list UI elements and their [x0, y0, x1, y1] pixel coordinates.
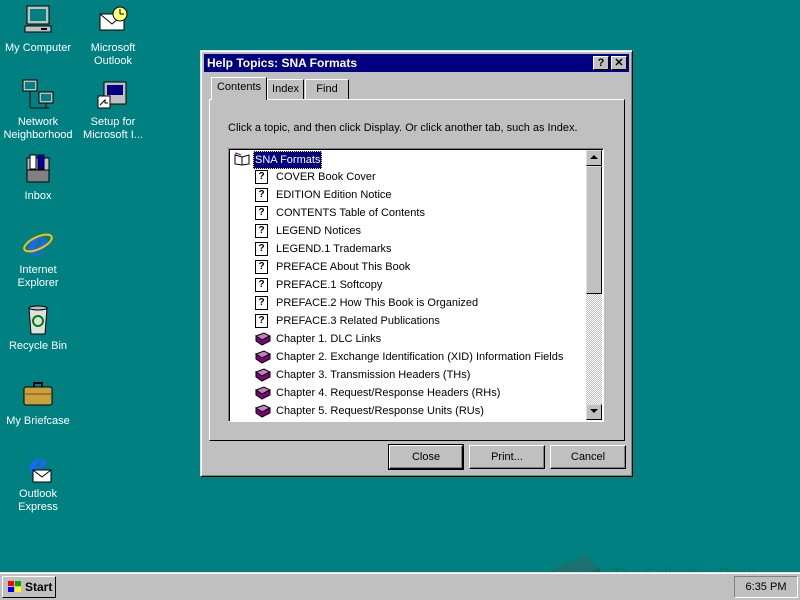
desktop-icon-network-neighborhood[interactable]: Network Neighborhood [0, 78, 76, 142]
taskbar: Start 6:35 PM [0, 572, 800, 600]
tree-item-label: EDITION Edition Notice [276, 189, 392, 201]
open-book-icon [234, 152, 250, 166]
inbox-icon [21, 152, 55, 186]
internet-explorer-icon: e [21, 225, 55, 263]
window-title: Help Topics: SNA Formats [207, 56, 358, 70]
tree-root-label: SNA Formats [253, 151, 323, 169]
topic-icon: ? [255, 278, 268, 292]
windows-logo-icon [8, 581, 21, 592]
scroll-up-button[interactable] [586, 150, 602, 166]
desktop-icon-outlook-express[interactable]: e Outlook Express [0, 448, 76, 514]
desktop-icon-label: My Computer [4, 42, 72, 54]
topic-icon: ? [255, 188, 268, 202]
tree-item-label: PREFACE.2 How This Book is Organized [276, 297, 479, 309]
desktop-icon-label: Internet Explorer [17, 264, 59, 289]
title-bar[interactable]: Help Topics: SNA Formats ? ✕ [204, 54, 629, 72]
book-icon [254, 404, 272, 418]
close-icon: ✕ [614, 57, 624, 69]
topic-icon: ? [255, 170, 268, 184]
print-button-label: Print... [491, 451, 523, 463]
tab-index[interactable]: Index [267, 79, 304, 99]
desktop-icon-label: Outlook Express [18, 488, 58, 513]
briefcase-icon [21, 377, 55, 411]
topic-icon: ? [255, 242, 268, 256]
vertical-scrollbar[interactable] [586, 150, 602, 420]
tab-label: Index [272, 83, 299, 95]
desktop-icon-internet-explorer[interactable]: e Internet Explorer [0, 225, 76, 290]
scroll-thumb[interactable] [586, 166, 602, 294]
desktop-icon-setup-microsoft[interactable]: Setup for Microsoft I... [75, 78, 151, 142]
arrow-up-icon [590, 155, 598, 159]
tree-item-label: CONTENTS Table of Contents [276, 207, 425, 219]
outlook-icon [96, 4, 130, 38]
topic-icon: ? [255, 206, 268, 220]
recycle-bin-icon [21, 302, 55, 336]
tree-item-label: COVER Book Cover [276, 171, 376, 183]
network-icon [21, 78, 55, 112]
tab-find[interactable]: Find [305, 79, 349, 99]
tree-item-label: Chapter 1. DLC Links [276, 333, 382, 345]
desktop-icon-label: Recycle Bin [8, 340, 68, 352]
tree-item-label: Chapter 4. Request/Response Headers (RHs… [276, 387, 501, 399]
tree-item-label: Chapter 2. Exchange Identification (XID)… [276, 351, 564, 363]
cancel-button-label: Cancel [570, 451, 606, 463]
tree-item-label: PREFACE About This Book [276, 261, 411, 273]
tree-item-label: LEGEND Notices [276, 225, 361, 237]
tab-label: Contents [216, 81, 262, 93]
tree-item-label: Chapter 3. Transmission Headers (THs) [276, 369, 471, 381]
contents-panel: Click a topic, and then click Display. O… [209, 99, 625, 441]
scroll-down-button[interactable] [586, 404, 602, 420]
desktop-icon-label: My Briefcase [6, 415, 70, 427]
setup-icon [96, 78, 130, 112]
desktop-icon-my-computer[interactable]: My Computer [0, 4, 76, 55]
tree-item-label: PREFACE.1 Softcopy [276, 279, 383, 291]
desktop-icon-inbox[interactable]: Inbox [0, 152, 76, 203]
desktop-icon-recycle-bin[interactable]: Recycle Bin [0, 302, 76, 353]
close-window-button[interactable]: ✕ [611, 56, 627, 70]
close-button[interactable]: Close [388, 444, 464, 470]
desktop-icon-my-briefcase[interactable]: My Briefcase [0, 377, 76, 428]
instruction-text: Click a topic, and then click Display. O… [228, 122, 578, 134]
desktop-icon-label: Network Neighborhood [3, 116, 73, 141]
topics-tree[interactable]: SNA Formats ? COVER Book Cover ? EDITION… [228, 148, 604, 422]
start-button[interactable]: Start [2, 576, 56, 598]
computer-icon [21, 4, 55, 38]
desktop-icon-microsoft-outlook[interactable]: Microsoft Outlook [75, 4, 151, 68]
help-topics-window: Help Topics: SNA Formats ? ✕ Contents In… [200, 50, 633, 477]
topic-icon: ? [255, 260, 268, 274]
close-button-label: Close [411, 451, 441, 463]
desktop-icon-label: Microsoft Outlook [90, 42, 136, 67]
start-label: Start [25, 580, 53, 594]
book-icon [254, 350, 272, 364]
tab-label: Find [316, 83, 338, 95]
arrow-down-icon [590, 409, 598, 413]
desktop-icon-label: Inbox [24, 190, 52, 202]
tree-item-label: PREFACE.3 Related Publications [276, 315, 440, 327]
svg-text:e: e [28, 226, 48, 260]
help-icon: ? [597, 57, 605, 69]
tree-item-label: Chapter 5. Request/Response Units (RUs) [276, 405, 484, 417]
help-button[interactable]: ? [593, 56, 609, 70]
topic-icon: ? [255, 224, 268, 238]
clock[interactable]: 6:35 PM [746, 581, 787, 593]
desktop-icon-label: Setup for Microsoft I... [83, 116, 143, 141]
topic-icon: ? [255, 314, 268, 328]
book-icon [254, 386, 272, 400]
print-button[interactable]: Print... [469, 445, 545, 469]
topic-icon: ? [255, 296, 268, 310]
book-icon [254, 368, 272, 382]
book-icon [254, 332, 272, 346]
tab-contents[interactable]: Contents [211, 77, 267, 100]
tree-item-label: LEGEND.1 Trademarks [276, 243, 392, 255]
outlook-express-icon: e [21, 448, 55, 484]
system-tray: 6:35 PM [734, 576, 798, 598]
cancel-button[interactable]: Cancel [550, 445, 626, 469]
